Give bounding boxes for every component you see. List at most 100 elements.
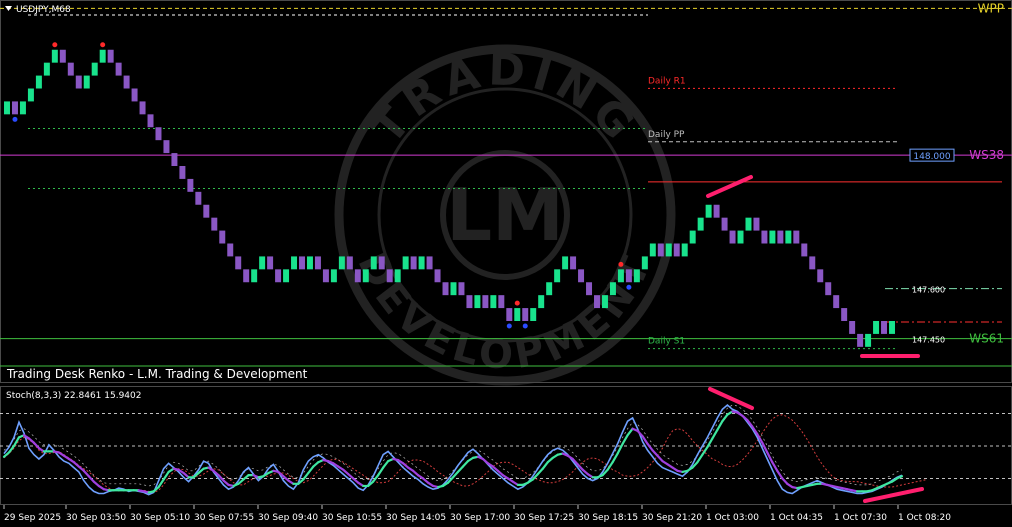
renko-brick: [801, 243, 808, 257]
renko-brick: [442, 282, 449, 296]
renko-brick: [179, 166, 186, 179]
renko-brick: [857, 333, 864, 347]
symbol-title: USDJPY,M68: [16, 5, 71, 15]
renko-brick: [458, 282, 465, 296]
renko-brick: [219, 230, 226, 244]
renko-brick: [322, 269, 329, 283]
renko-brick: [641, 256, 648, 270]
renko-brick: [729, 230, 736, 244]
renko-brick: [586, 282, 593, 296]
watermark-logo-text: LM: [446, 173, 564, 257]
renko-brick: [825, 282, 832, 296]
renko-brick: [753, 217, 760, 231]
renko-brick: [283, 269, 290, 283]
renko-brick: [450, 282, 457, 296]
renko-brick: [833, 295, 840, 309]
renko-brick: [107, 49, 114, 63]
renko-brick: [633, 269, 640, 283]
renko-brick: [793, 230, 800, 244]
renko-brick: [466, 295, 473, 309]
x-tick-label: 1 Oct 07:30: [834, 513, 887, 523]
renko-brick: [83, 75, 90, 89]
renko-brick: [402, 256, 409, 270]
renko-brick: [346, 256, 353, 270]
renko-brick: [115, 62, 122, 76]
renko-brick: [737, 230, 744, 244]
renko-brick: [673, 243, 680, 257]
renko-brick: [578, 269, 585, 283]
swing-high-marker: [618, 261, 624, 267]
renko-brick: [235, 256, 242, 270]
renko-brick: [259, 256, 266, 270]
renko-brick: [594, 295, 600, 309]
renko-brick: [625, 269, 632, 283]
renko-brick: [841, 308, 848, 321]
renko-brick: [27, 88, 34, 102]
renko-brick: [681, 243, 688, 257]
swing-high-marker: [100, 42, 106, 48]
renko-brick: [881, 321, 888, 334]
level-label: WPP: [978, 1, 1004, 15]
renko-brick: [705, 204, 712, 218]
renko-brick: [243, 269, 250, 283]
swing-low-marker: [626, 284, 632, 290]
x-tick-label: 30 Sep 10:55: [322, 513, 382, 523]
chart-canvas: TRADING DEVELOPMENT LM WPPDaily R1Daily …: [0, 0, 1012, 527]
renko-brick: [418, 256, 425, 270]
renko-brick: [386, 269, 393, 283]
indicator-title: Trading Desk Renko - L.M. Trading & Deve…: [6, 367, 308, 381]
renko-brick: [498, 295, 505, 309]
renko-brick: [43, 62, 50, 76]
renko-brick: [490, 295, 497, 309]
renko-brick: [330, 269, 337, 283]
stoch-title: Stoch(8,3,3) 22.8461 15.9402: [6, 391, 141, 401]
renko-brick: [19, 101, 26, 115]
renko-brick: [131, 88, 138, 102]
renko-brick: [649, 243, 656, 257]
renko-brick: [817, 269, 824, 283]
level-label: WS38: [969, 148, 1004, 162]
renko-brick: [721, 217, 728, 231]
renko-brick: [59, 49, 66, 63]
x-tick-label: 1 Oct 08:20: [898, 513, 951, 523]
renko-brick: [434, 269, 441, 283]
renko-brick: [713, 204, 720, 218]
renko-brick: [163, 140, 170, 154]
renko-brick: [203, 204, 210, 218]
renko-brick: [665, 243, 672, 257]
renko-brick: [601, 295, 608, 309]
renko-brick: [506, 308, 513, 321]
renko-brick: [562, 256, 569, 270]
renko-brick: [769, 230, 776, 244]
swing-high-marker: [514, 300, 520, 306]
renko-brick: [426, 256, 433, 270]
x-tick-label: 30 Sep 17:25: [514, 513, 574, 523]
renko-brick: [865, 333, 872, 347]
x-tick-label: 30 Sep 17:00: [450, 513, 510, 523]
renko-brick: [99, 49, 106, 63]
level-label: Daily R1: [648, 76, 686, 86]
renko-brick: [91, 62, 98, 76]
x-tick-label: 30 Sep 03:50: [66, 513, 126, 523]
x-tick-label: 30 Sep 09:40: [258, 513, 318, 523]
renko-brick: [657, 243, 664, 257]
renko-brick: [378, 256, 385, 270]
renko-brick: [546, 282, 553, 296]
renko-brick: [267, 256, 274, 270]
swing-low-marker: [522, 323, 528, 329]
x-tick-label: 30 Sep 05:10: [130, 513, 190, 523]
renko-brick: [306, 256, 313, 270]
level-label: Daily S1: [648, 337, 685, 347]
price-tag-label: 147.600: [912, 286, 945, 295]
swing-low-marker: [506, 323, 512, 329]
renko-brick: [171, 153, 178, 166]
renko-brick: [761, 230, 768, 244]
renko-brick: [291, 256, 298, 270]
level-label: Daily PP: [648, 130, 685, 140]
renko-brick: [211, 217, 218, 231]
x-tick-label: 1 Oct 04:35: [770, 513, 823, 523]
renko-brick: [554, 269, 561, 283]
renko-brick: [410, 256, 417, 270]
renko-brick: [785, 230, 792, 244]
renko-brick: [75, 75, 82, 89]
